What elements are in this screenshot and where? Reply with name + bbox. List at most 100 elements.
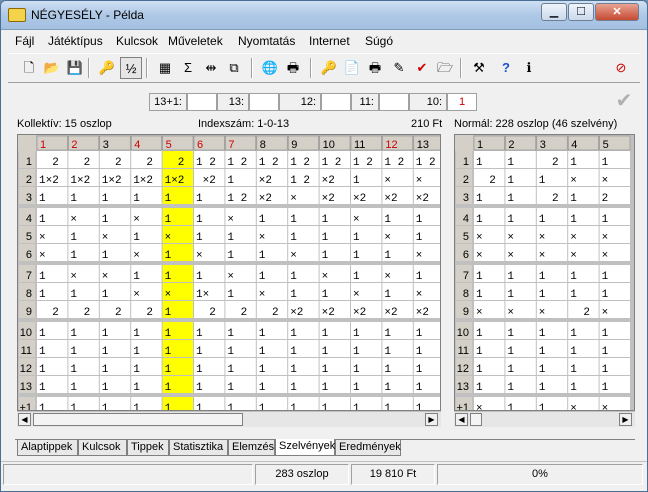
- grid-cell-value: 2: [133, 157, 153, 169]
- help-icon[interactable]: ?: [495, 57, 517, 79]
- printer-icon[interactable]: 🖶: [282, 57, 304, 79]
- align-icon[interactable]: ⇹: [200, 57, 222, 79]
- folder-check-icon[interactable]: 🗁: [434, 57, 456, 79]
- grid-cell-value: 1: [602, 382, 622, 394]
- grid-cell-value: 1: [353, 250, 373, 262]
- info-icon[interactable]: ℹ: [518, 57, 540, 79]
- grid-cell-value: 1: [384, 214, 404, 226]
- new-file-icon[interactable]: 🗋: [18, 57, 40, 79]
- tools-icon[interactable]: ⚒: [468, 57, 490, 79]
- grid-cell-value: 1: [353, 346, 373, 358]
- tab-elemzes[interactable]: Elemzés: [228, 440, 275, 456]
- document-export-icon[interactable]: 📄: [341, 57, 363, 79]
- key-icon[interactable]: 🔑: [96, 57, 118, 79]
- key-export-icon[interactable]: 🔑: [318, 57, 340, 79]
- column-header-9: 9: [291, 139, 297, 151]
- tab-tippek[interactable]: Tippek: [127, 440, 169, 456]
- column-header-6: 6: [197, 139, 203, 151]
- menu-internet[interactable]: Internet: [309, 34, 350, 48]
- menu-nyomtatas[interactable]: Nyomtatás: [238, 34, 295, 48]
- save-icon[interactable]: 💾: [64, 57, 86, 79]
- grid-cell-value: 1: [353, 403, 373, 410]
- menu-muveletek[interactable]: Műveletek: [168, 34, 223, 48]
- grid-cell-value: 1: [102, 382, 122, 394]
- collective-scrollbar[interactable]: ◀ ▶: [17, 411, 441, 427]
- evaluate-check-icon[interactable]: ✔: [612, 89, 636, 113]
- globe-icon[interactable]: 🌐: [259, 57, 281, 79]
- collective-grid[interactable]: 1 2 3 4 5 6 7 8 9 10 11 12 13 1 2 2 2 2 21 21 21 21 2…: [17, 134, 441, 411]
- grid-cell-value: ×2: [416, 307, 429, 319]
- normal-grid[interactable]: 1234511 1 21 1 2 21 1 × × 31 1 21 2 41 1…: [454, 134, 635, 411]
- scroll-left-icon[interactable]: ◀: [455, 413, 468, 426]
- grid-cell-value: 2: [165, 157, 185, 169]
- eraser-icon[interactable]: ✎: [388, 57, 410, 79]
- scroll-left-icon[interactable]: ◀: [18, 413, 31, 426]
- grid-cell-value: 1: [227, 175, 247, 187]
- grid-cell-value: ×: [290, 250, 303, 262]
- grid-cell-value: 1: [196, 346, 216, 358]
- grid-cell-value: 1: [416, 214, 436, 226]
- grid-cell-value: 1: [102, 346, 122, 358]
- minimize-button[interactable]: ▁: [541, 3, 567, 21]
- calculator-icon[interactable]: ▦: [154, 57, 176, 79]
- open-folder-icon[interactable]: 📂: [41, 57, 63, 79]
- grid-cell-value: 1: [570, 289, 590, 301]
- grid-cell-value: ×: [290, 193, 303, 205]
- grid-cell-value: 1: [196, 382, 216, 394]
- tab-szelvenyek[interactable]: Szelvények: [275, 439, 335, 456]
- normal-scrollbar[interactable]: ◀ ▶: [454, 411, 635, 427]
- sum-icon[interactable]: Σ: [177, 57, 199, 79]
- tab-eredmenyek[interactable]: Eredmények: [335, 440, 401, 456]
- grid-cell-value: 1: [259, 364, 279, 376]
- hit-13-value: [249, 93, 279, 111]
- grid-cell-value: ×: [507, 307, 520, 319]
- menu-kulcsok[interactable]: Kulcsok: [116, 34, 158, 48]
- grid-cell-value: 1: [353, 271, 373, 283]
- grid-cell-value: 1×2: [165, 175, 185, 187]
- grid-cell-value: 1: [102, 364, 122, 376]
- grid-cell-value: 1: [39, 364, 59, 376]
- grid-cell-value: 1: [322, 364, 342, 376]
- grid-cell-value: 1: [39, 346, 59, 358]
- hit-11-label: 11:: [351, 93, 379, 111]
- row-header-10: 10: [457, 327, 469, 339]
- close-button[interactable]: ✕: [595, 3, 639, 21]
- hit-13plus1-label: 13+1:: [149, 93, 187, 111]
- menu-fajl[interactable]: Fájl: [15, 34, 34, 48]
- normal-info: Normál: 228 oszlop (46 szelvény): [454, 118, 618, 130]
- menu-sugo[interactable]: Súgó: [365, 34, 393, 48]
- grid-cell-value: ×2: [259, 175, 272, 187]
- scroll-thumb[interactable]: [470, 413, 482, 426]
- grid-cell-value: 1: [165, 403, 185, 410]
- row-header-8: 8: [26, 288, 32, 300]
- grid-cell-value: ×: [602, 175, 615, 187]
- tab-statisztika[interactable]: Statisztika: [169, 440, 228, 456]
- copy-icon[interactable]: ⧉: [223, 57, 245, 79]
- grid-cell-value: 1: [507, 346, 527, 358]
- grid-cell-value: ×: [416, 175, 429, 187]
- scroll-thumb[interactable]: [33, 413, 243, 426]
- scroll-right-icon[interactable]: ▶: [425, 413, 438, 426]
- grid-cell-value: 1: [196, 271, 216, 283]
- maximize-button[interactable]: ☐: [568, 3, 594, 21]
- grid-cell-value: ×: [570, 250, 583, 262]
- x2-pattern-icon[interactable]: ½: [120, 57, 142, 79]
- grid-cell-value: 1: [133, 403, 153, 410]
- grid-cell-value: ×2: [416, 193, 429, 205]
- grid-cell-value: 1: [602, 214, 622, 226]
- grid-cell-value: 1: [290, 232, 310, 244]
- toolbar-separator: [460, 58, 462, 78]
- column-header-2: 2: [508, 139, 514, 151]
- scroll-right-icon[interactable]: ▶: [619, 413, 632, 426]
- grid-cell-value: 1: [165, 364, 185, 376]
- exit-icon[interactable]: ⊘: [610, 57, 632, 79]
- grid-cell-value: 2: [102, 307, 122, 319]
- tab-kulcsok[interactable]: Kulcsok: [78, 440, 127, 456]
- menu-jatektipus[interactable]: Játéktípus: [48, 34, 103, 48]
- print-setup-icon[interactable]: 🖶: [364, 57, 386, 79]
- grid-cell-value: 1: [165, 382, 185, 394]
- check-icon[interactable]: ✔: [411, 57, 433, 79]
- grid-cell-value: ×: [602, 403, 615, 410]
- grid-cell-value: 1: [570, 382, 590, 394]
- tab-alaptippek[interactable]: Alaptippek: [17, 440, 78, 456]
